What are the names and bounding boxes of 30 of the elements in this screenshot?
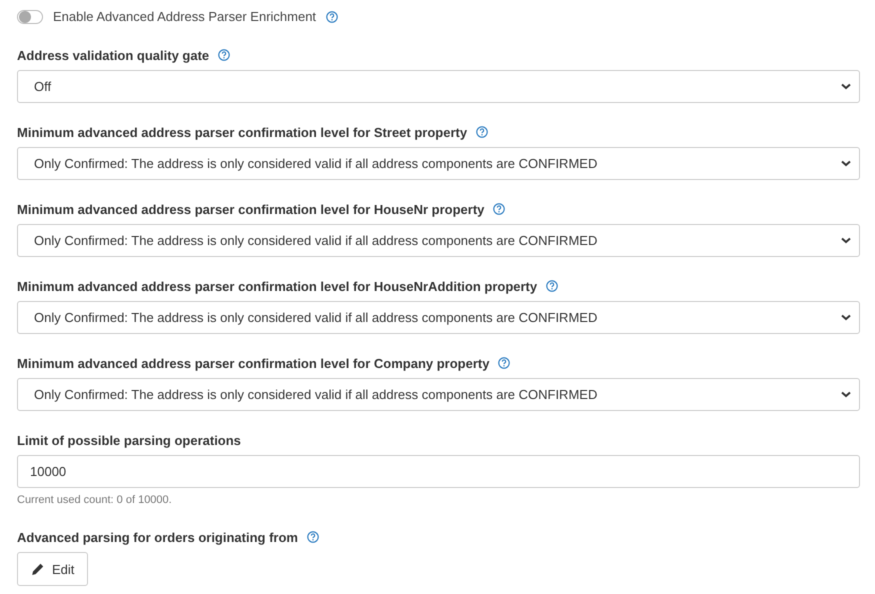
caret-icon [841,160,851,167]
caret-icon [841,83,851,90]
help-icon[interactable] [493,203,506,215]
toggle-label: Enable Advanced Address Parser Enrichment [53,9,316,24]
select-field[interactable]: Only Confirmed: The address is only considered valid if all address components are CONFIRMED [17,378,860,411]
input-field[interactable]: 10000 [17,455,860,488]
field-label: Minimum advanced address parser confirmation level for HouseNr property [17,202,484,216]
caret-icon [841,391,851,398]
help-icon[interactable] [546,280,558,292]
field-label: Minimum advanced address parser confirmation level for HouseNrAddition property [17,278,538,294]
hint-text: Current used count: 0 of 10000. [17,494,173,506]
field-label: Advanced parsing for orders originating from [17,530,298,544]
select-field[interactable]: Only Confirmed: The address is only considered valid if all address components are CONFIRMED [17,147,860,180]
edit-button[interactable]: Edit [17,552,88,586]
field-label: Minimum advanced address parser confirmation level for Street property [17,124,468,140]
field-label: Limit of possible parsing operations [17,432,241,448]
toggle-switch[interactable] [17,10,43,24]
caret-icon [841,314,851,321]
help-icon[interactable] [218,49,230,61]
pencil-icon [31,562,44,576]
help-icon[interactable] [326,10,338,22]
caret-icon [841,237,851,244]
help-icon[interactable] [306,531,319,543]
help-icon[interactable] [476,126,488,138]
field-label: Minimum advanced address parser confirmation level for Company property [17,356,490,370]
select-field[interactable]: Off [17,70,860,103]
select-field[interactable]: Only Confirmed: The address is only considered valid if all address components are CONFIRMED [17,301,860,334]
field-label: Address validation quality gate [17,48,210,62]
help-icon[interactable] [498,357,510,369]
select-field[interactable]: Only Confirmed: The address is only considered valid if all address components are CONFIRMED [17,224,860,257]
